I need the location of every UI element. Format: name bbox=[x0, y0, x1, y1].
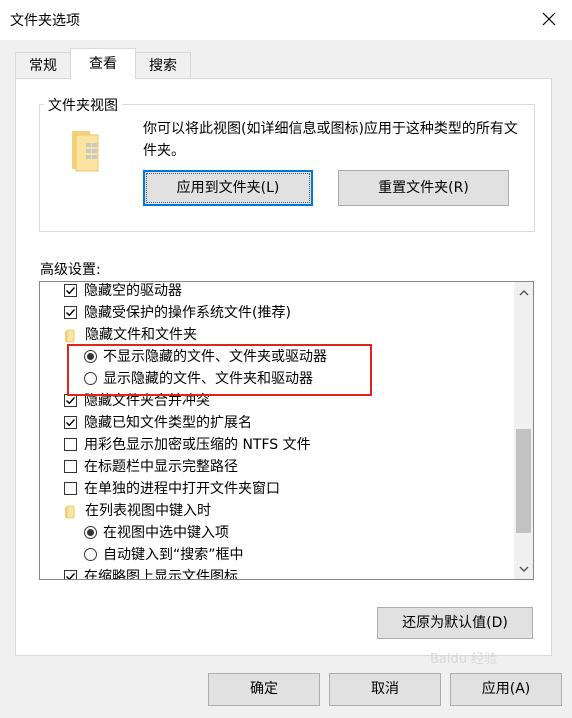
close-icon bbox=[542, 12, 556, 26]
annotation-highlight bbox=[67, 344, 372, 396]
scroll-up-button[interactable] bbox=[514, 284, 533, 301]
option-label: 用彩色显示加密或压缩的 NTFS 文件 bbox=[84, 437, 311, 453]
apply-label: 应用(A) bbox=[481, 681, 531, 697]
tab-search[interactable]: 搜索 bbox=[135, 52, 191, 79]
folder-views-legend: 文件夹视图 bbox=[44, 95, 122, 115]
window-title: 文件夹选项 bbox=[10, 13, 80, 29]
cancel-label: 取消 bbox=[371, 681, 399, 697]
tab-view[interactable]: 查看 bbox=[70, 48, 136, 79]
option-label: 自动键入到“搜索”框中 bbox=[103, 547, 244, 563]
watermark: Baidu 经验 bbox=[430, 652, 498, 667]
cancel-button[interactable]: 取消 bbox=[329, 673, 441, 706]
ok-label: 确定 bbox=[250, 681, 278, 697]
option-label: 在缩略图上显示文件图标 bbox=[84, 569, 238, 580]
vertical-scrollbar[interactable] bbox=[514, 282, 533, 579]
option-label: 在单独的进程中打开文件夹窗口 bbox=[84, 481, 280, 497]
apply-button[interactable]: 应用(A) bbox=[450, 673, 562, 706]
advanced-settings-label: 高级设置: bbox=[40, 262, 101, 278]
option-label: 隐藏已知文件类型的扩展名 bbox=[84, 415, 252, 431]
scroll-down-button[interactable] bbox=[514, 560, 533, 577]
focus-rect bbox=[146, 173, 310, 203]
apply-to-folders-button[interactable]: 应用到文件夹(L) bbox=[143, 170, 313, 206]
scroll-thumb[interactable] bbox=[516, 429, 531, 533]
check-icon bbox=[66, 287, 76, 295]
radio-dot bbox=[87, 529, 94, 536]
check-icon bbox=[66, 309, 76, 317]
check-icon bbox=[66, 419, 76, 427]
close-button[interactable] bbox=[526, 0, 572, 38]
reset-folders-label: 重置文件夹(R) bbox=[378, 180, 469, 196]
option-label: 隐藏文件和文件夹 bbox=[85, 327, 197, 343]
folder-views-description: 你可以将此视图(如详细信息或图标)应用于这种类型的所有文件夹。 bbox=[143, 121, 518, 159]
option-label: 在列表视图中键入时 bbox=[85, 503, 211, 519]
title-bar: 文件夹选项 bbox=[0, 0, 572, 40]
folder-icon bbox=[72, 131, 99, 172]
ok-button[interactable]: 确定 bbox=[208, 673, 320, 706]
checkbox[interactable] bbox=[64, 306, 77, 319]
check-icon bbox=[66, 573, 76, 579]
checkbox[interactable] bbox=[64, 284, 77, 297]
option-label: 隐藏受保护的操作系统文件(推荐) bbox=[84, 305, 291, 321]
checkbox[interactable] bbox=[64, 416, 77, 429]
chevron-up-icon bbox=[519, 289, 528, 295]
checkbox[interactable] bbox=[64, 482, 77, 495]
tab-general[interactable]: 常规 bbox=[15, 52, 71, 79]
checkbox[interactable] bbox=[64, 460, 77, 473]
folder-icon bbox=[64, 504, 75, 519]
radio-button[interactable] bbox=[84, 526, 97, 539]
checkbox[interactable] bbox=[64, 438, 77, 451]
reset-folders-button[interactable]: 重置文件夹(R) bbox=[338, 170, 509, 206]
folder-icon bbox=[64, 328, 75, 343]
option-label: 在标题栏中显示完整路径 bbox=[84, 459, 238, 475]
option-label: 在视图中选中键入项 bbox=[103, 525, 229, 541]
restore-defaults-button[interactable]: 还原为默认值(D) bbox=[377, 607, 533, 639]
advanced-settings-list[interactable]: 隐藏空的驱动器 隐藏受保护的操作系统文件(推荐) 隐藏文件和文件夹 不显示隐藏的文件、… bbox=[39, 281, 534, 580]
radio-button[interactable] bbox=[84, 548, 97, 561]
option-label: 隐藏空的驱动器 bbox=[84, 283, 182, 299]
checkbox[interactable] bbox=[64, 570, 77, 579]
check-icon bbox=[66, 397, 76, 405]
chevron-down-icon bbox=[519, 566, 528, 572]
restore-defaults-label: 还原为默认值(D) bbox=[402, 615, 508, 631]
